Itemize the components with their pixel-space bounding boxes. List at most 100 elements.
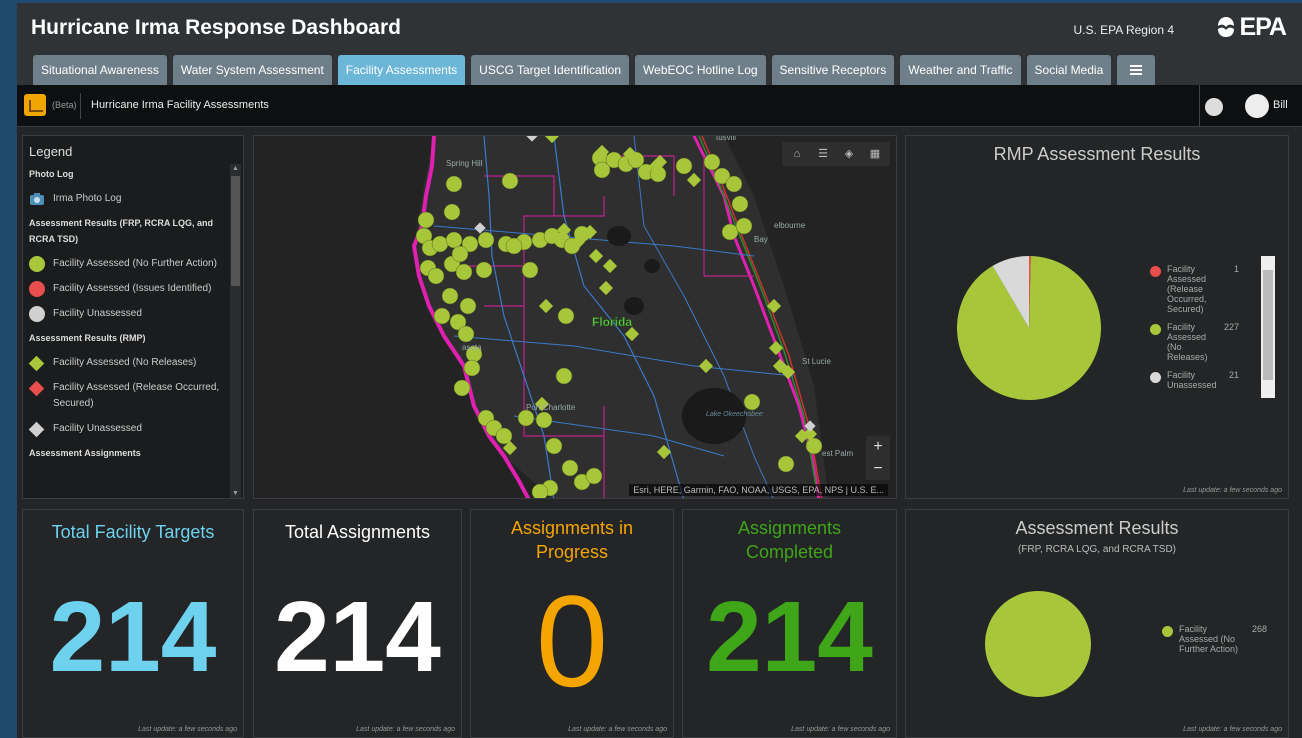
tab-webeoc-hotline-log[interactable]: WebEOC Hotline Log — [635, 55, 766, 85]
legend-item[interactable]: Facility Unassessed 21 — [1150, 370, 1239, 390]
facility-marker[interactable] — [561, 459, 579, 477]
tab-social-media[interactable]: Social Media — [1026, 55, 1112, 85]
last-update-text: Last update: a few seconds ago — [1183, 726, 1282, 733]
legend-label: Facility Assessed (Release Occurred, Sec… — [1167, 264, 1207, 314]
facility-marker[interactable] — [455, 263, 473, 281]
facility-marker[interactable] — [731, 195, 749, 213]
zoom-in-button[interactable]: + — [866, 436, 890, 458]
user-avatar[interactable] — [1245, 94, 1269, 118]
pie-slice[interactable] — [985, 591, 1091, 697]
scroll-thumb[interactable] — [231, 176, 240, 286]
facility-marker[interactable] — [585, 467, 603, 485]
facility-marker[interactable] — [805, 437, 823, 455]
facility-marker[interactable] — [777, 455, 795, 473]
facility-marker[interactable] — [475, 261, 493, 279]
scroll-thumb[interactable] — [1263, 270, 1273, 380]
status-indicator-icon[interactable] — [1205, 98, 1223, 116]
assessment-results-title: Assessment Results — [1015, 518, 1179, 538]
rmp-pie-chart[interactable] — [949, 248, 1109, 408]
epa-logo-text: EPA — [1239, 12, 1287, 41]
legend-scrollbar[interactable] — [1261, 256, 1275, 398]
facility-marker[interactable] — [517, 409, 535, 427]
rmp-chart-panel: RMP Assessment Results Facility Assessed… — [905, 135, 1289, 499]
assessment-results-panel: Assessment Results (FRP, RCRA LQG, and R… — [905, 509, 1289, 738]
user-name[interactable]: Bill — [1273, 99, 1288, 111]
basemap-icon[interactable]: ▦ — [863, 145, 887, 163]
facility-marker[interactable] — [721, 223, 739, 241]
assessment-pie-chart[interactable] — [978, 584, 1098, 704]
map-canvas[interactable]: Spring Hill elbourne Bay Florida St Luci… — [254, 136, 897, 499]
list-icon[interactable]: ☰ — [811, 145, 835, 163]
kpi-title: Assignments Completed — [737, 518, 842, 562]
tab-weather-and-traffic[interactable]: Weather and Traffic — [900, 55, 1021, 85]
legend-item[interactable]: Facility Assessed (Release Occurred, Sec… — [1150, 264, 1239, 314]
facility-marker[interactable] — [443, 203, 461, 221]
red-diamond-icon — [28, 380, 45, 397]
legend-item: Facility Assessed (No Releases) — [28, 355, 229, 372]
legend-item[interactable]: Facility Assessed (No Releases) 227 — [1150, 322, 1239, 362]
assessment-pie-legend: Facility Assessed (No Further Action) 26… — [1162, 624, 1267, 662]
layers-icon[interactable]: ◈ — [837, 145, 861, 163]
kpi-value: 0 — [535, 568, 609, 714]
legend-item[interactable]: Facility Assessed (No Further Action) 26… — [1162, 624, 1267, 654]
legend-item-label: Facility Assessed (Issues Identified) — [53, 283, 212, 294]
facility-marker[interactable] — [735, 217, 753, 235]
facility-marker[interactable] — [457, 325, 475, 343]
epa-flower-icon — [1218, 17, 1235, 37]
legend-item: Facility Unassessed — [28, 421, 229, 438]
facility-marker[interactable] — [417, 211, 435, 229]
scroll-down-icon[interactable]: ▼ — [231, 489, 240, 498]
map-panel[interactable]: Spring Hill elbourne Bay Florida St Luci… — [253, 135, 897, 499]
facility-marker[interactable] — [427, 267, 445, 285]
tab-menu-button[interactable] — [1117, 55, 1156, 85]
facility-marker[interactable] — [459, 297, 477, 315]
facility-marker[interactable] — [451, 245, 469, 263]
tab-facility-assessments[interactable]: Facility Assessments — [337, 55, 466, 85]
facility-marker[interactable] — [521, 261, 539, 279]
gray-diamond-icon — [28, 421, 45, 438]
facility-marker[interactable] — [431, 235, 449, 253]
facility-marker[interactable] — [477, 231, 495, 249]
home-icon[interactable]: ⌂ — [785, 145, 809, 163]
facility-marker[interactable] — [743, 393, 761, 411]
facility-marker[interactable] — [501, 172, 519, 190]
facility-marker[interactable] — [441, 287, 459, 305]
map-label: asota — [462, 343, 482, 352]
facility-marker[interactable] — [555, 367, 573, 385]
divider — [80, 93, 81, 119]
tab-sensitive-receptors[interactable]: Sensitive Receptors — [771, 55, 895, 85]
facility-marker[interactable] — [433, 307, 451, 325]
facility-marker[interactable] — [557, 307, 575, 325]
legend-value: 21 — [1228, 370, 1239, 380]
dashboard-app-icon[interactable] — [24, 94, 46, 116]
map-label: Bay — [754, 235, 768, 244]
zoom-out-button[interactable]: − — [866, 458, 890, 480]
facility-marker[interactable] — [535, 411, 553, 429]
facility-marker[interactable] — [453, 379, 471, 397]
facility-marker[interactable] — [505, 237, 523, 255]
facility-marker[interactable] — [703, 153, 721, 171]
scroll-up-icon[interactable]: ▲ — [231, 164, 240, 173]
facility-marker[interactable] — [445, 231, 463, 249]
legend-item-label: Facility Unassessed — [53, 423, 142, 434]
legend-item: Facility Assessed (Issues Identified) — [29, 281, 229, 297]
facility-marker[interactable] — [463, 359, 481, 377]
facility-marker[interactable] — [531, 483, 549, 499]
facility-marker[interactable] — [545, 437, 563, 455]
kpi-assignments-completed: Assignments Completed 214 Last update: a … — [682, 509, 897, 738]
tab-water-system-assessment[interactable]: Water System Assessment — [172, 55, 332, 85]
tab-uscg-target-identification[interactable]: USCG Target Identification — [471, 55, 630, 85]
rmp-pie-legend: Facility Assessed (Release Occurred, Sec… — [1150, 264, 1239, 398]
legend-item: Facility Assessed (No Further Action) — [29, 256, 229, 272]
legend-scrollbar[interactable]: ▲ ▼ — [230, 164, 241, 498]
kpi-value: 214 — [706, 581, 873, 693]
kpi-total-facility-targets: Total Facility Targets 214 Last update: … — [22, 509, 244, 738]
facility-marker[interactable] — [725, 175, 743, 193]
facility-marker[interactable] — [593, 161, 611, 179]
map-label: Florida — [592, 315, 632, 329]
legend-label: Facility Unassessed — [1167, 370, 1217, 390]
facility-marker[interactable] — [445, 175, 463, 193]
facility-marker[interactable] — [675, 157, 693, 175]
tab-situational-awareness[interactable]: Situational Awareness — [33, 55, 167, 85]
map-attribution[interactable]: Esri, HERE, Garmin, FAO, NOAA, USGS, EPA… — [629, 484, 888, 496]
